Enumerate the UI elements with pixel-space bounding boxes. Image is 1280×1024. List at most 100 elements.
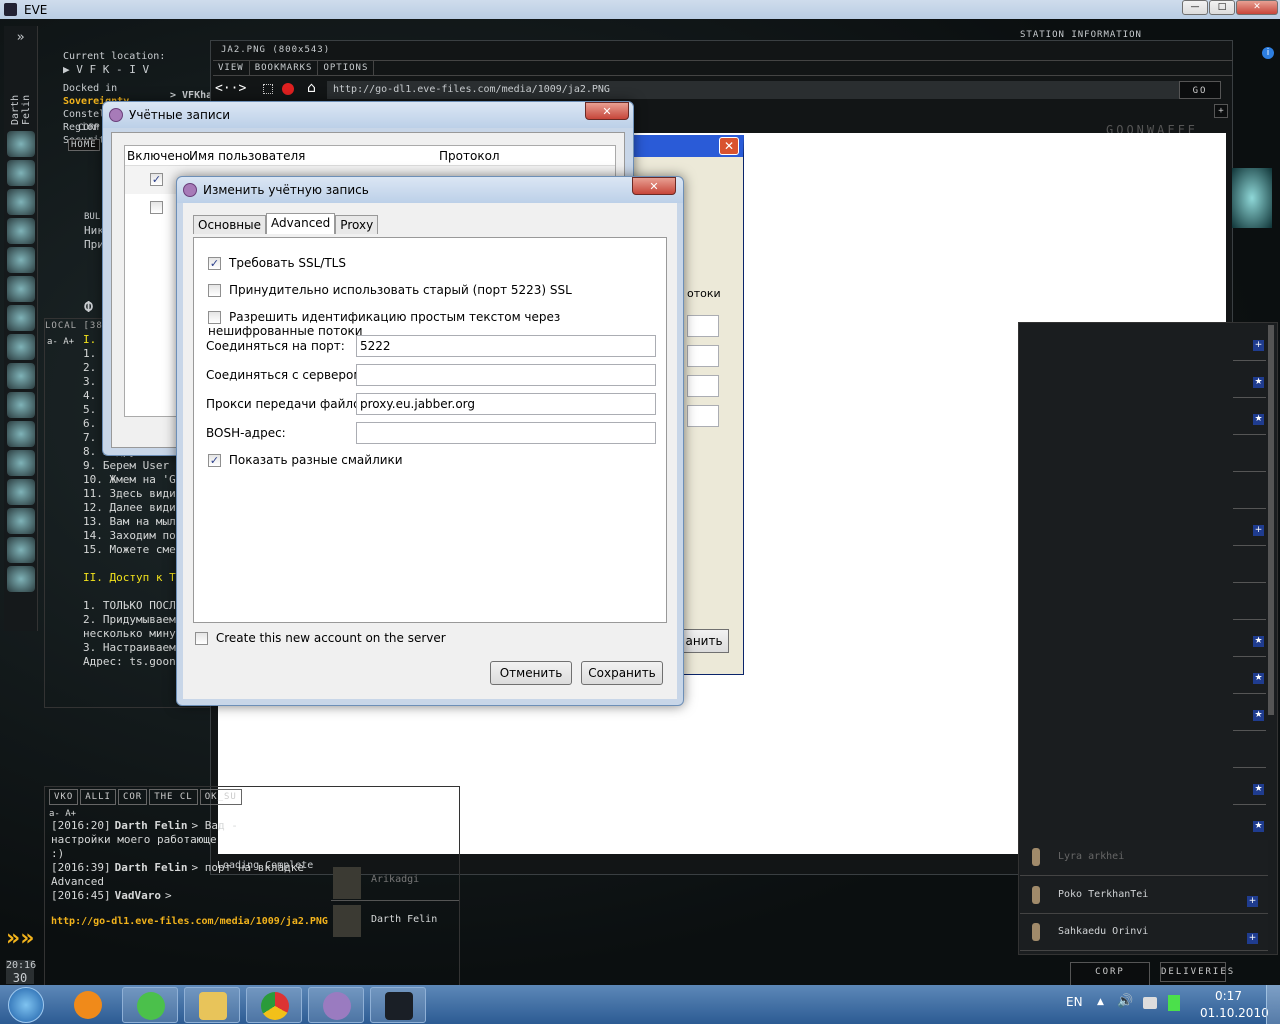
show-hidden-icons[interactable]: ▲ [1097, 997, 1104, 1007]
create-account-option[interactable]: Create this new account on the server [195, 631, 446, 645]
taskbar-explorer[interactable] [184, 987, 240, 1023]
background-window-close-button[interactable]: ✕ [719, 137, 739, 155]
close-button[interactable]: ✕ [1236, 0, 1278, 15]
partial-field[interactable] [687, 345, 719, 367]
partial-field[interactable] [687, 375, 719, 397]
industry-icon[interactable] [7, 479, 35, 505]
option-row[interactable]: Разрешить идентификацию простым текстом … [208, 310, 666, 338]
save-button[interactable]: Сохранить [581, 661, 663, 685]
go-button[interactable]: GO [1179, 81, 1221, 99]
add-contact-icon[interactable]: + [1247, 933, 1258, 944]
taskbar-eve[interactable] [370, 987, 426, 1023]
standing-star-icon[interactable]: ★ [1253, 821, 1264, 832]
taskbar-qip[interactable] [122, 987, 178, 1023]
language-indicator[interactable]: EN [1066, 995, 1083, 1009]
contracts-icon[interactable] [7, 421, 35, 447]
clock-date[interactable]: 01.10.2010 [1200, 1006, 1269, 1020]
option-checkbox[interactable] [208, 284, 221, 297]
url-input[interactable]: http://go-dl1.eve-files.com/media/1009/j… [327, 81, 1187, 99]
volume-icon[interactable]: 🔊 [1117, 994, 1133, 1009]
station-guest-row[interactable]: Lyra arkhei [1020, 840, 1268, 876]
message-sender[interactable]: Darth Felin [115, 819, 188, 832]
member-darth-felin[interactable]: Darth Felin [331, 903, 459, 939]
assets-icon[interactable] [7, 305, 35, 331]
stop-icon[interactable] [282, 83, 294, 95]
character-icon[interactable] [7, 131, 35, 157]
add-contact-icon[interactable]: + [1247, 896, 1258, 907]
home-tab[interactable]: HOME [68, 139, 100, 151]
enabled-checkbox[interactable]: ✓ [150, 173, 163, 186]
corporation-icon[interactable] [7, 276, 35, 302]
station-guest-row[interactable]: Sahkaedu Orinvi + [1020, 915, 1268, 951]
taskbar-chrome[interactable] [246, 987, 302, 1023]
chevrons-icon[interactable]: »» [6, 926, 34, 951]
show-smileys-option[interactable]: ✓ Показать разные смайлики [208, 453, 403, 467]
militia-icon[interactable] [7, 363, 35, 389]
selection-icon[interactable] [263, 84, 273, 94]
qip-tray-icon[interactable] [1168, 995, 1180, 1011]
column-username[interactable]: Имя пользователя [189, 146, 305, 166]
column-protocol[interactable]: Протокол [439, 146, 500, 166]
create-account-checkbox[interactable] [195, 632, 208, 645]
ship-icon[interactable] [7, 537, 35, 563]
menu-view[interactable]: VIEW [213, 61, 250, 75]
people-icon[interactable] [7, 160, 35, 186]
standing-star-icon[interactable]: ★ [1253, 710, 1264, 721]
standing-star-icon[interactable]: ★ [1253, 377, 1264, 388]
standing-star-icon[interactable]: ★ [1253, 636, 1264, 647]
info-icon[interactable]: i [1262, 47, 1274, 59]
font-size-controls[interactable]: a- A+ [47, 335, 74, 349]
tab-proxy[interactable]: Proxy [335, 215, 379, 234]
bul-tab[interactable]: BUL [84, 212, 100, 222]
minimize-button[interactable]: — [1182, 0, 1208, 15]
show-desktop-button[interactable] [1266, 985, 1280, 1024]
field-input[interactable] [356, 364, 656, 386]
standing-star-icon[interactable]: ★ [1253, 673, 1264, 684]
help-icon[interactable] [7, 508, 35, 534]
station-guest-row[interactable]: Poko TerkhanTei + [1020, 878, 1268, 914]
add-bookmark-button[interactable]: + [1214, 104, 1228, 118]
accounts-close-button[interactable]: ✕ [585, 102, 629, 120]
enabled-checkbox[interactable] [150, 201, 163, 214]
corp-tab[interactable]: CORP [78, 123, 100, 133]
chat-tab[interactable]: ALLI [80, 789, 116, 805]
expand-icon[interactable]: » [4, 30, 37, 45]
field-input[interactable]: proxy.eu.jabber.org [356, 393, 656, 415]
message-sender[interactable]: VadVaro [115, 889, 161, 902]
partial-field[interactable] [687, 405, 719, 427]
message-sender[interactable]: Darth Felin [115, 861, 188, 874]
standing-star-icon[interactable]: ★ [1253, 784, 1264, 795]
option-checkbox[interactable] [208, 311, 221, 324]
chat-tab[interactable]: COR [117, 789, 148, 805]
option-checkbox[interactable]: ✓ [208, 257, 221, 270]
deliveries-button[interactable]: DELIVERIES [1160, 962, 1233, 982]
standing-star-icon[interactable]: ★ [1253, 414, 1264, 425]
chat-tab[interactable]: THE CL [149, 789, 198, 805]
start-button[interactable] [8, 987, 44, 1023]
network-icon[interactable] [1143, 997, 1157, 1009]
menu-bookmarks[interactable]: BOOKMARKS [250, 61, 319, 75]
chat-link[interactable]: http://go-dl1.eve-files.com/media/1009/j… [51, 915, 328, 929]
mail-icon[interactable] [7, 189, 35, 215]
option-row[interactable]: Принудительно использовать старый (порт … [208, 283, 572, 297]
right-list-scrollbar[interactable] [1268, 325, 1274, 715]
factory-icon[interactable] [7, 566, 35, 592]
home-icon[interactable]: ⌂ [307, 80, 316, 96]
map-icon[interactable] [7, 247, 35, 273]
member-arikadgi[interactable]: Arikadgi [331, 865, 459, 901]
tab-основные[interactable]: Основные [193, 215, 267, 234]
chat-tab[interactable]: OK_SU [199, 789, 242, 805]
add-contact-icon[interactable]: + [1253, 525, 1264, 536]
add-contact-icon[interactable]: + [1253, 340, 1264, 351]
maximize-button[interactable]: □ [1209, 0, 1235, 15]
notepad-icon[interactable] [7, 218, 35, 244]
science-icon[interactable] [7, 450, 35, 476]
system-name[interactable]: ▶ V F K - I V [63, 63, 165, 76]
market-icon[interactable] [7, 392, 35, 418]
tab-advanced[interactable]: Advanced [266, 213, 336, 234]
chat-tab[interactable]: VKO [49, 789, 79, 805]
clock-time[interactable]: 0:17 [1215, 989, 1242, 1003]
partial-save-button[interactable]: анить [679, 629, 729, 653]
wallet-icon[interactable] [7, 334, 35, 360]
cancel-button[interactable]: Отменить [490, 661, 572, 685]
